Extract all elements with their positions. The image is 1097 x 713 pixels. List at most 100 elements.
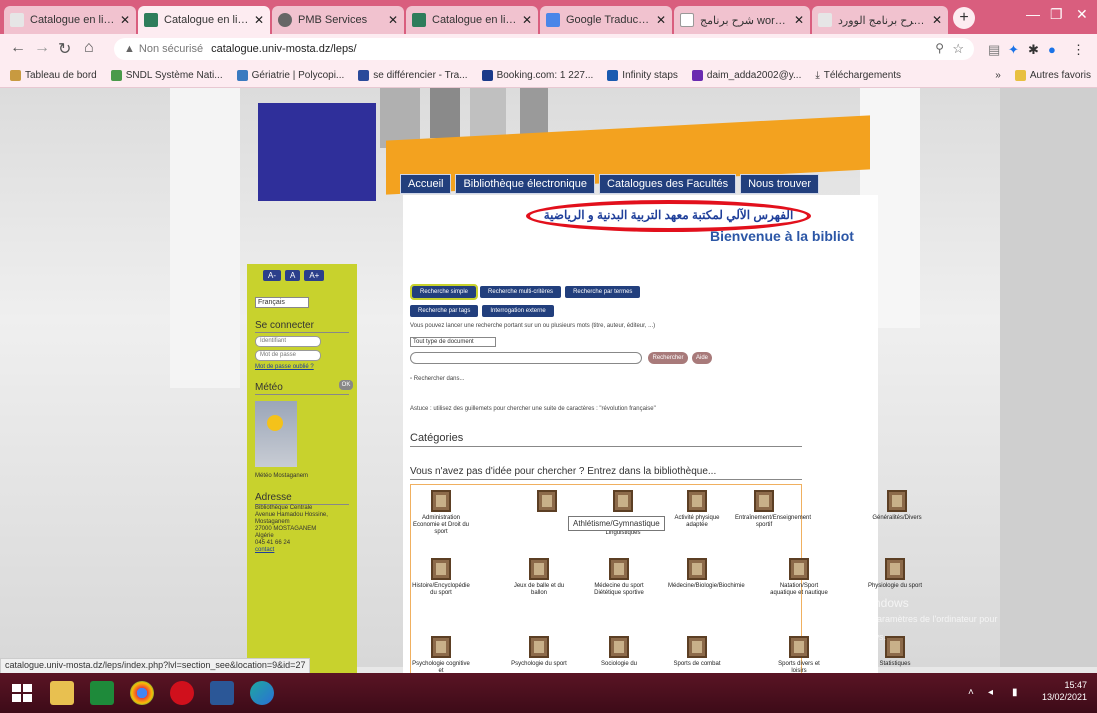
bookmark-item[interactable]: Tableau de bord: [10, 70, 97, 81]
search-in-checkbox[interactable]: ▫ Rechercher dans...: [410, 376, 465, 382]
bookmark-item[interactable]: ⤓ Téléchargements: [815, 70, 901, 81]
opera-icon[interactable]: [170, 681, 194, 705]
system-clock[interactable]: 15:47 13/02/2021: [1042, 679, 1087, 703]
extensions-puzzle-icon[interactable]: ✱: [1028, 42, 1039, 58]
windows-start-icon[interactable]: [10, 681, 34, 705]
category-item[interactable]: Administration Economie et Droit du spor…: [412, 490, 470, 536]
category-item[interactable]: [594, 490, 652, 515]
extension-icon[interactable]: ✦: [1008, 42, 1019, 58]
contact-link[interactable]: contact: [255, 547, 349, 554]
browser-tab[interactable]: شرح برنامج word ... ✕: [674, 6, 810, 34]
close-tab-icon[interactable]: ✕: [120, 13, 130, 27]
document-type-select[interactable]: Tout type de document: [410, 337, 496, 347]
bookmarks-overflow-button[interactable]: »: [995, 70, 1001, 81]
font-default-button[interactable]: A: [285, 270, 301, 281]
site-logo-block: [258, 103, 376, 201]
nav-nous-trouver[interactable]: Nous trouver: [740, 174, 820, 194]
tab-multi-criteria[interactable]: Recherche multi-critères: [480, 286, 562, 298]
new-tab-button[interactable]: +: [953, 7, 975, 29]
tab-tags-search[interactable]: Recherche par tags: [410, 305, 479, 317]
language-select[interactable]: Français: [255, 297, 309, 308]
category-item[interactable]: Entraînement/Enseignement sportif: [735, 490, 811, 529]
category-item[interactable]: [518, 490, 576, 515]
nav-catalogues[interactable]: Catalogues des Facultés: [599, 174, 737, 194]
username-field[interactable]: Identifiant: [255, 336, 321, 347]
other-bookmarks[interactable]: Autres favoris: [1014, 70, 1091, 81]
bookmark-item[interactable]: SNDL Système Nati...: [110, 70, 223, 81]
chrome-icon[interactable]: [130, 681, 154, 705]
category-item[interactable]: Psychologie cognitive et: [412, 636, 470, 675]
tab-external-search[interactable]: Interrogation externe: [482, 305, 554, 317]
bookmark-item[interactable]: Infinity staps: [607, 70, 678, 81]
close-tab-icon[interactable]: ✕: [932, 13, 942, 27]
browser-tab-active[interactable]: Catalogue en ligne ✕: [138, 6, 270, 34]
file-explorer-icon[interactable]: [50, 681, 74, 705]
menu-kebab-icon[interactable]: ⋮: [1072, 42, 1085, 58]
network-icon[interactable]: ▮: [1012, 687, 1018, 698]
close-window-icon[interactable]: ✕: [1076, 6, 1088, 23]
search-button[interactable]: Rechercher: [648, 352, 688, 364]
close-tab-icon[interactable]: ✕: [388, 13, 398, 27]
back-icon[interactable]: ←: [10, 39, 26, 57]
close-tab-icon[interactable]: ✕: [254, 13, 264, 27]
font-increase-button[interactable]: A+: [304, 270, 325, 281]
category-item[interactable]: Médecine du sport Diététique sportive: [590, 558, 648, 597]
tray-chevron-icon[interactable]: ˄: [968, 687, 974, 698]
bookmark-item[interactable]: se différencier - Tra...: [358, 70, 468, 81]
category-item[interactable]: Psychologie du sport: [510, 636, 568, 668]
forward-icon[interactable]: →: [34, 39, 50, 57]
reload-icon[interactable]: ↻: [58, 39, 71, 59]
weather-caption: Météo Mostaganem: [255, 473, 309, 479]
category-item[interactable]: Physiologie du sport: [866, 558, 924, 590]
reading-list-icon[interactable]: ▤: [988, 42, 1000, 58]
category-item[interactable]: Sociologie du: [590, 636, 648, 668]
word-icon[interactable]: [210, 681, 234, 705]
bookmark-item[interactable]: Gériatrie | Polycopi...: [236, 70, 344, 81]
category-item[interactable]: Sports de combat: [668, 636, 726, 668]
search-input[interactable]: [410, 352, 642, 364]
category-item[interactable]: Natation/Sport aquatique et nautique: [770, 558, 828, 597]
close-tab-icon[interactable]: ✕: [656, 13, 666, 27]
zoom-icon[interactable]: ⚲: [935, 41, 944, 55]
nav-accueil[interactable]: Accueil: [400, 174, 452, 194]
minimize-icon[interactable]: —: [1026, 6, 1040, 22]
address-bar[interactable]: ▲ Non sécurisé catalogue.univ-mosta.dz/l…: [114, 38, 974, 60]
help-button[interactable]: Aide: [692, 352, 712, 364]
tab-terms-search[interactable]: Recherche par termes: [565, 286, 641, 298]
category-item[interactable]: Médecine/Biologie/Biochimie: [668, 558, 745, 590]
search-tabs: Recherche simple Recherche multi-critère…: [409, 284, 641, 300]
bookmark-item[interactable]: daim_adda2002@y...: [691, 70, 801, 81]
nav-bibliotheque[interactable]: Bibliothèque électronique: [455, 174, 596, 194]
page-icon: [818, 13, 832, 27]
bookmark-star-icon[interactable]: ☆: [952, 41, 964, 57]
font-decrease-button[interactable]: A-: [263, 270, 281, 281]
volume-icon[interactable]: ◂: [988, 687, 993, 698]
status-bar-url: catalogue.univ-mosta.dz/leps/index.php?l…: [0, 658, 311, 674]
decorative-book: [520, 88, 548, 136]
category-item[interactable]: Activité physique adaptée: [668, 490, 726, 529]
browser-tab[interactable]: Catalogue en ligne ✕: [406, 6, 538, 34]
tab-simple-search[interactable]: Recherche simple: [409, 284, 479, 300]
category-item[interactable]: Généralités/Divers: [868, 490, 926, 522]
browser-tab[interactable]: Google Traduction ✕: [540, 6, 672, 34]
browser-tab[interactable]: Catalogue en ligne ✕: [4, 6, 136, 34]
close-tab-icon[interactable]: ✕: [794, 13, 804, 27]
edge-icon[interactable]: [250, 681, 274, 705]
login-ok-button[interactable]: OK: [339, 380, 353, 390]
password-field[interactable]: Mot de passe: [255, 350, 321, 361]
profile-avatar-icon[interactable]: ●: [1048, 42, 1056, 57]
store-icon[interactable]: [90, 681, 114, 705]
clock-date: 13/02/2021: [1041, 692, 1087, 702]
maximize-icon[interactable]: ❐: [1050, 6, 1063, 23]
browser-tab[interactable]: شرح برنامج الوورد ... ✕: [812, 6, 948, 34]
home-icon[interactable]: ⌂: [84, 39, 94, 57]
bookmark-item[interactable]: Booking.com: 1 227...: [481, 70, 593, 81]
close-tab-icon[interactable]: ✕: [522, 13, 532, 27]
bookmark-icon: [110, 70, 122, 81]
address-title: Adresse: [255, 492, 349, 505]
category-item[interactable]: Jeux de balle et du ballon: [510, 558, 568, 597]
category-item[interactable]: Histoire/Encyclopédie du sport: [412, 558, 470, 597]
browser-tab[interactable]: PMB Services ✕: [272, 6, 404, 34]
address-line: Bibliothèque Centrale: [255, 505, 313, 511]
forgot-password-link[interactable]: Mot de passe oublié ?: [255, 364, 349, 370]
